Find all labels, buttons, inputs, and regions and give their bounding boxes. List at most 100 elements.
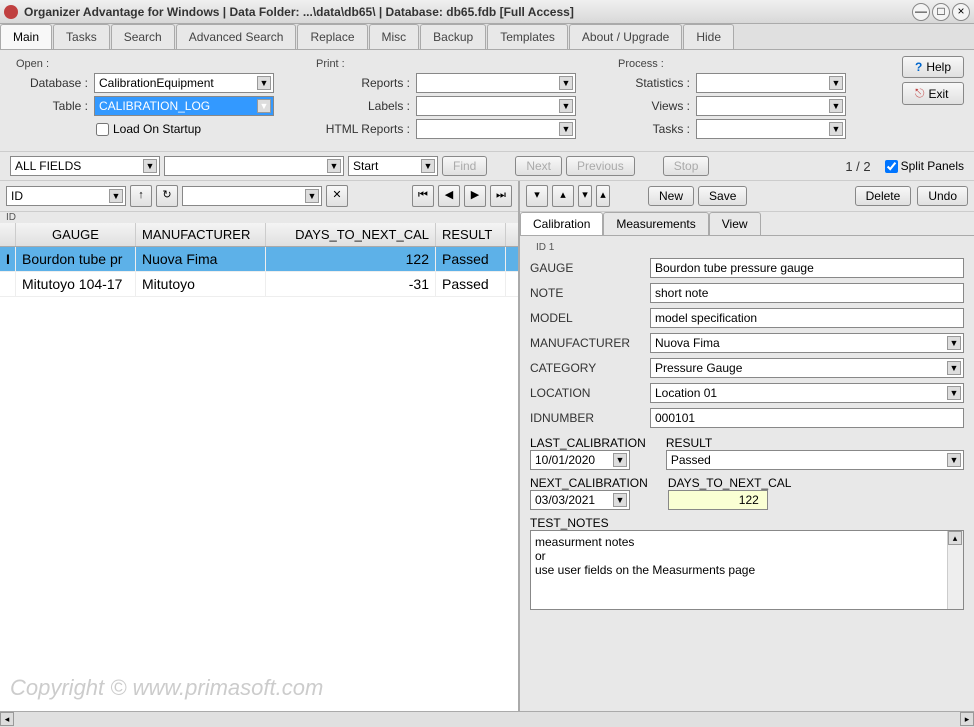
new-button[interactable]: New (648, 186, 694, 206)
scroll-right-icon[interactable]: ▸ (960, 712, 974, 726)
split-panels-checkbox[interactable] (885, 160, 898, 173)
idnumber-label: IDNUMBER (530, 411, 650, 425)
undo-button[interactable]: Undo (917, 186, 968, 206)
chevron-down-icon[interactable]: ▼ (305, 189, 319, 203)
minimize-button[interactable]: — (912, 3, 930, 21)
table-combo[interactable]: CALIBRATION_LOG▼ (94, 96, 274, 116)
note-input[interactable]: short note (650, 283, 964, 303)
data-table: GAUGE MANUFACTURER DAYS_TO_NEXT_CAL RESU… (0, 223, 518, 711)
table-row[interactable]: Mitutoyo 104-17 Mitutoyo -31 Passed (0, 272, 518, 297)
statistics-combo[interactable]: ▼ (696, 73, 846, 93)
chevron-down-icon[interactable]: ▼ (421, 159, 435, 173)
col-manufacturer[interactable]: MANUFACTURER (136, 223, 266, 246)
clear-button[interactable]: ✕ (326, 185, 348, 207)
location-combo[interactable]: Location 01▼ (650, 383, 964, 403)
chevron-down-icon[interactable]: ▼ (613, 493, 627, 507)
next-nav-button[interactable]: ▶ (464, 185, 486, 207)
chevron-down-icon[interactable]: ▼ (559, 76, 573, 90)
close-button[interactable]: × (952, 3, 970, 21)
chevron-down-icon[interactable]: ▼ (109, 189, 123, 203)
search-value-combo[interactable]: ▼ (164, 156, 344, 176)
prev-button[interactable]: ◀ (438, 185, 460, 207)
tab-about[interactable]: About / Upgrade (569, 24, 682, 49)
lastcal-input[interactable]: 10/01/2020▼ (530, 450, 630, 470)
daystonext-input[interactable]: 122 (668, 490, 768, 510)
subtab-view[interactable]: View (709, 212, 761, 235)
daystonext-label: DAYS_TO_NEXT_CAL (668, 476, 792, 490)
result-combo[interactable]: Passed▼ (666, 450, 964, 470)
load-on-startup-checkbox[interactable] (96, 123, 109, 136)
tab-main[interactable]: Main (0, 24, 52, 49)
chevron-down-icon[interactable]: ▼ (947, 453, 961, 467)
scroll-left-icon[interactable]: ◂ (0, 712, 14, 726)
horizontal-scrollbar[interactable]: ◂ ▸ (0, 711, 974, 727)
tab-templates[interactable]: Templates (487, 24, 568, 49)
scroll-up-icon[interactable]: ▴ (948, 531, 962, 545)
previous-button[interactable]: Previous (566, 156, 635, 176)
col-days[interactable]: DAYS_TO_NEXT_CAL (266, 223, 436, 246)
tab-backup[interactable]: Backup (420, 24, 486, 49)
next-button[interactable]: Next (515, 156, 562, 176)
views-label: Views : (618, 99, 696, 113)
save-button[interactable]: Save (698, 186, 747, 206)
stop-button[interactable]: Stop (663, 156, 710, 176)
chevron-down-icon[interactable]: ▼ (327, 159, 341, 173)
chevron-down-icon[interactable]: ▼ (257, 76, 271, 90)
chevron-down-icon[interactable]: ▼ (829, 99, 843, 113)
scroll-up-button[interactable]: ▴ (596, 185, 610, 207)
chevron-down-icon[interactable]: ▼ (829, 76, 843, 90)
gauge-input[interactable]: Bourdon tube pressure gauge (650, 258, 964, 278)
chevron-down-icon[interactable]: ▼ (829, 122, 843, 136)
chevron-down-icon[interactable]: ▼ (613, 453, 627, 467)
allfields-combo[interactable]: ALL FIELDS▼ (10, 156, 160, 176)
category-combo[interactable]: Pressure Gauge▼ (650, 358, 964, 378)
tab-search[interactable]: Search (111, 24, 175, 49)
id-combo[interactable]: ID▼ (6, 186, 126, 206)
tab-advsearch[interactable]: Advanced Search (176, 24, 297, 49)
chevron-down-icon[interactable]: ▼ (257, 99, 271, 113)
col-result[interactable]: RESULT (436, 223, 506, 246)
tab-misc[interactable]: Misc (369, 24, 420, 49)
cell-gauge: Bourdon tube pr (16, 247, 136, 271)
chevron-down-icon[interactable]: ▼ (143, 159, 157, 173)
find-button[interactable]: Find (442, 156, 487, 176)
tab-tasks[interactable]: Tasks (53, 24, 110, 49)
help-button[interactable]: ?Help (902, 56, 964, 78)
scrollbar[interactable]: ▴ (947, 531, 963, 609)
testnotes-textarea[interactable]: measurment notes or use user fields on t… (530, 530, 964, 610)
subtab-calibration[interactable]: Calibration (520, 212, 603, 235)
idnumber-input[interactable]: 000101 (650, 408, 964, 428)
labels-combo[interactable]: ▼ (416, 96, 576, 116)
collapse-button[interactable]: ▾ (526, 185, 548, 207)
last-button[interactable]: ⏭ (490, 185, 512, 207)
subtab-measurements[interactable]: Measurements (603, 212, 708, 235)
scroll-down-button[interactable]: ▾ (578, 185, 592, 207)
chevron-down-icon[interactable]: ▼ (559, 99, 573, 113)
start-combo[interactable]: Start▼ (348, 156, 438, 176)
nextcal-input[interactable]: 03/03/2021▼ (530, 490, 630, 510)
reports-combo[interactable]: ▼ (416, 73, 576, 93)
tasks-combo[interactable]: ▼ (696, 119, 846, 139)
htmlreports-combo[interactable]: ▼ (416, 119, 576, 139)
chevron-down-icon[interactable]: ▼ (947, 361, 961, 375)
views-combo[interactable]: ▼ (696, 96, 846, 116)
delete-button[interactable]: Delete (855, 186, 912, 206)
model-input[interactable]: model specification (650, 308, 964, 328)
tab-hide[interactable]: Hide (683, 24, 734, 49)
manufacturer-combo[interactable]: Nuova Fima▼ (650, 333, 964, 353)
chevron-down-icon[interactable]: ▼ (947, 386, 961, 400)
refresh-button[interactable]: ↻ (156, 185, 178, 207)
table-row[interactable]: I Bourdon tube pr Nuova Fima 122 Passed (0, 247, 518, 272)
filter-combo[interactable]: ▼ (182, 186, 322, 206)
database-combo[interactable]: CalibrationEquipment▼ (94, 73, 274, 93)
maximize-button[interactable]: □ (932, 3, 950, 21)
sort-asc-button[interactable]: ↑ (130, 185, 152, 207)
first-button[interactable]: ⏮ (412, 185, 434, 207)
expand-button[interactable]: ▴ (552, 185, 574, 207)
exit-button[interactable]: ⎋Exit (902, 82, 964, 105)
chevron-down-icon[interactable]: ▼ (947, 336, 961, 350)
col-gauge[interactable]: GAUGE (16, 223, 136, 246)
chevron-down-icon[interactable]: ▼ (559, 122, 573, 136)
id-sublabel: ID (6, 212, 518, 223)
tab-replace[interactable]: Replace (297, 24, 367, 49)
